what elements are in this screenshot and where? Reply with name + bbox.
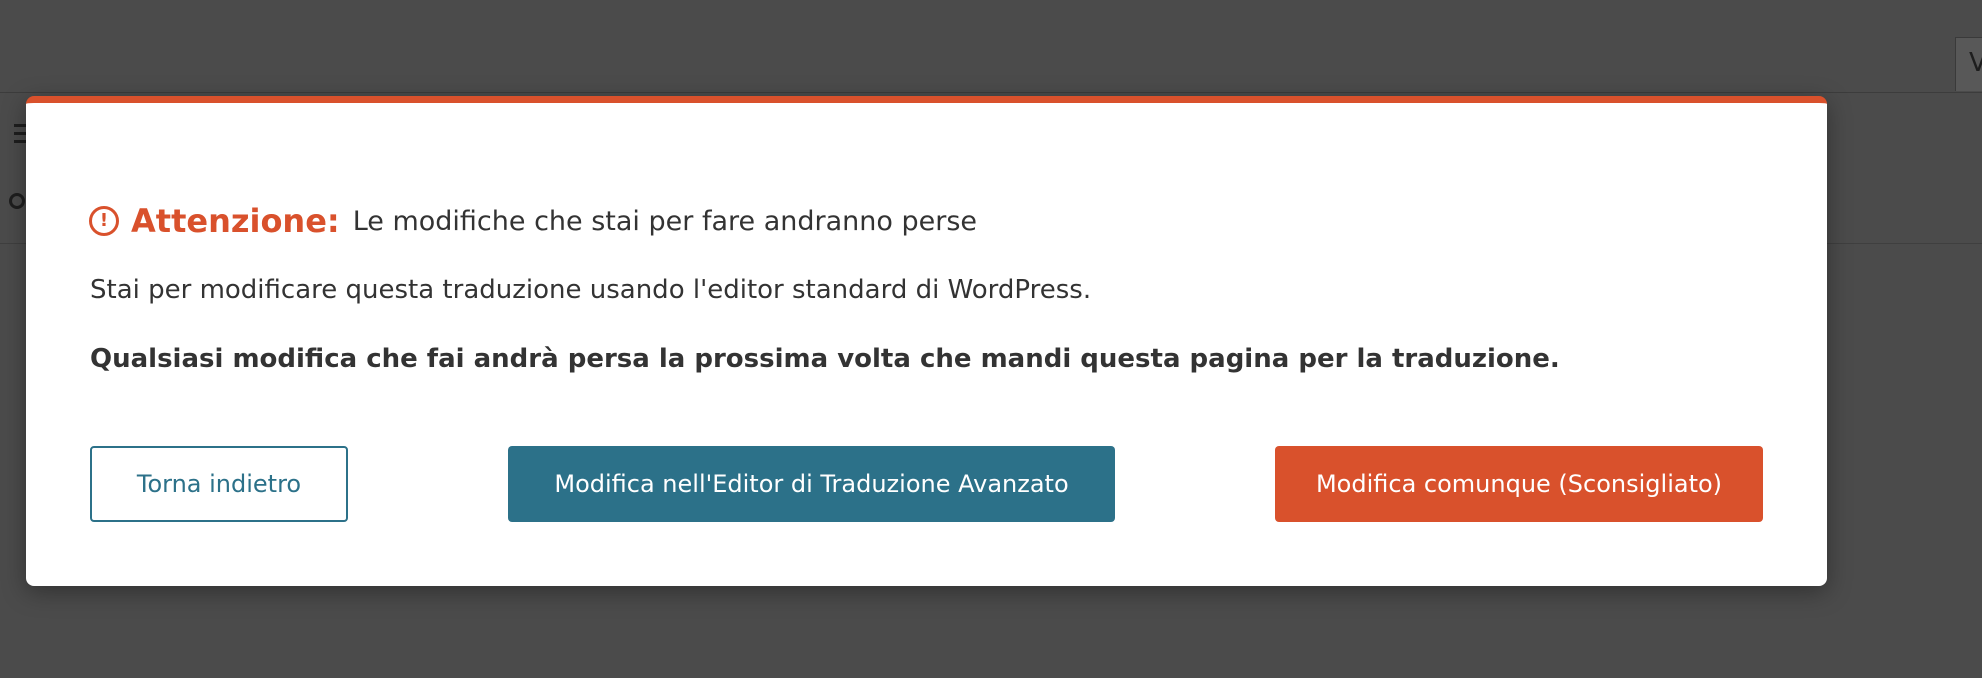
modal-description: Stai per modificare questa traduzione us… bbox=[90, 275, 1092, 305]
advanced-editor-button[interactable]: Modifica nell'Editor di Traduzione Avanz… bbox=[508, 446, 1115, 522]
modal-bold-warning: Qualsiasi modifica che fai andrà persa l… bbox=[90, 344, 1560, 374]
background-tab-label: V bbox=[1969, 48, 1982, 78]
heading-text: Le modifiche che stai per fare andranno … bbox=[352, 205, 977, 237]
edit-anyway-button[interactable]: Modifica comunque (Sconsigliato) bbox=[1275, 446, 1763, 522]
background-header bbox=[0, 0, 1982, 93]
warning-modal: ! Attenzione: Le modifiche che stai per … bbox=[26, 96, 1827, 586]
background-tab: V bbox=[1955, 37, 1982, 91]
warning-circle-icon: ! bbox=[89, 206, 119, 236]
back-button[interactable]: Torna indietro bbox=[90, 446, 348, 522]
search-icon bbox=[9, 193, 25, 209]
heading-label: Attenzione: bbox=[131, 202, 340, 240]
modal-heading: ! Attenzione: Le modifiche che stai per … bbox=[89, 201, 977, 241]
